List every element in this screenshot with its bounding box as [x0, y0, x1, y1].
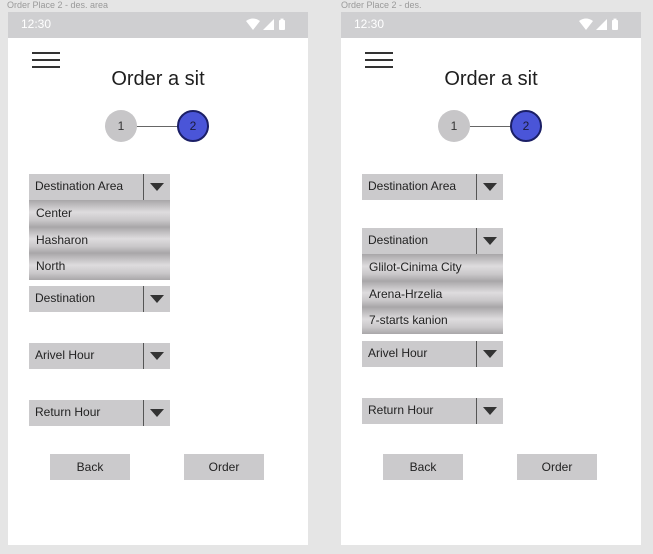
step-1[interactable]: 1 — [105, 110, 137, 142]
return-hour-label: Return Hour — [35, 405, 101, 419]
chevron-down-icon — [150, 295, 164, 303]
chevron-down-icon — [483, 183, 497, 191]
status-bar: 12:30 — [341, 12, 641, 38]
option-label: Hasharon — [36, 232, 89, 247]
wifi-icon — [579, 18, 593, 30]
status-time: 12:30 — [21, 17, 52, 31]
step-connector — [137, 126, 177, 127]
option-north[interactable]: North — [29, 253, 170, 280]
status-icons — [246, 18, 285, 30]
signal-icon — [263, 19, 274, 30]
battery-icon — [612, 20, 618, 30]
dropdown-divider — [143, 400, 144, 426]
option-glilot-cinima-city[interactable]: Glilot-Cinima City — [362, 254, 503, 281]
option-label: Glilot-Cinima City — [369, 260, 462, 274]
option-center[interactable]: Center — [29, 200, 170, 227]
page-title: Order a sit — [111, 68, 205, 90]
dropdown-divider — [476, 341, 477, 367]
dropdown-divider — [476, 398, 477, 424]
frame-label: Order Place 2 - des. — [341, 0, 422, 10]
back-button[interactable]: Back — [383, 454, 463, 480]
destination-area-dropdown[interactable]: Destination Area — [362, 174, 503, 200]
status-icons — [579, 18, 618, 30]
option-hasharon[interactable]: Hasharon — [29, 226, 170, 254]
destination-dropdown[interactable]: Destination — [362, 228, 503, 254]
step-connector — [470, 126, 510, 127]
chevron-down-icon — [483, 407, 497, 415]
destination-dropdown[interactable]: Destination — [29, 286, 170, 312]
back-button[interactable]: Back — [50, 454, 130, 480]
destination-area-dropdown[interactable]: Destination Area — [29, 174, 170, 200]
chevron-down-icon — [150, 409, 164, 417]
wifi-icon — [246, 18, 260, 30]
destination-area-label: Destination Area — [35, 179, 124, 193]
step-2-label: 2 — [522, 119, 530, 133]
status-bar: 12:30 — [8, 12, 308, 38]
phone-screen-destination-area: 12:30 Order a sit 1 2 Destination Area C… — [8, 12, 308, 545]
destination-label: Destination — [35, 291, 96, 305]
option-label: Center — [36, 206, 73, 220]
return-hour-dropdown[interactable]: Return Hour — [29, 400, 170, 426]
dropdown-divider — [476, 228, 477, 254]
return-hour-label: Return Hour — [368, 403, 434, 417]
chevron-down-icon — [483, 350, 497, 358]
phone-screen-destination: 12:30 Order a sit 1 2 Destination Area D… — [341, 12, 641, 545]
chevron-down-icon — [483, 237, 497, 245]
menu-icon[interactable] — [32, 52, 60, 68]
step-1[interactable]: 1 — [438, 110, 470, 142]
dropdown-divider — [143, 174, 144, 200]
frame-label: Order Place 2 - des. area — [7, 0, 109, 10]
chevron-down-icon — [150, 183, 164, 191]
option-arena-hrzelia[interactable]: Arena-Hrzelia — [362, 280, 503, 308]
signal-icon — [596, 19, 607, 30]
option-7-starts-kanion[interactable]: 7-starts kanion — [362, 307, 503, 334]
option-label: North — [36, 259, 66, 274]
option-label: Arena-Hrzelia — [369, 286, 443, 301]
chevron-down-icon — [150, 352, 164, 360]
arrival-hour-dropdown[interactable]: Arivel Hour — [29, 343, 170, 369]
page-title: Order a sit — [444, 68, 538, 90]
step-2-label: 2 — [189, 119, 197, 133]
step-1-label: 1 — [117, 119, 125, 133]
battery-icon — [279, 20, 285, 30]
arrival-hour-dropdown[interactable]: Arivel Hour — [362, 341, 503, 367]
return-hour-dropdown[interactable]: Return Hour — [362, 398, 503, 424]
destination-area-label: Destination Area — [368, 179, 457, 193]
dropdown-divider — [143, 286, 144, 312]
dropdown-divider — [476, 174, 477, 200]
menu-icon[interactable] — [365, 52, 393, 68]
option-label: 7-starts kanion — [369, 313, 448, 328]
step-1-label: 1 — [450, 119, 458, 133]
arrival-hour-label: Arivel Hour — [368, 346, 428, 360]
arrival-hour-label: Arivel Hour — [35, 348, 95, 362]
order-button[interactable]: Order — [517, 454, 597, 480]
step-2-active[interactable]: 2 — [177, 110, 209, 142]
status-time: 12:30 — [354, 17, 385, 31]
destination-label: Destination — [368, 233, 429, 247]
dropdown-divider — [143, 343, 144, 369]
order-button[interactable]: Order — [184, 454, 264, 480]
step-2-active[interactable]: 2 — [510, 110, 542, 142]
